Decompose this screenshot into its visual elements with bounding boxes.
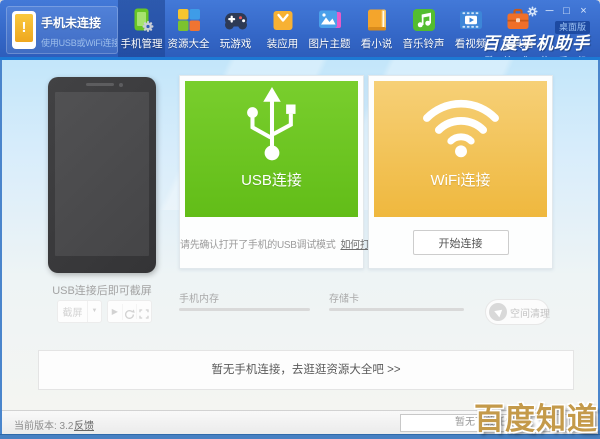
tab-label: 看小说: [360, 38, 393, 50]
phone-manage-icon: [129, 7, 155, 33]
clean-rocket-icon: [489, 303, 507, 321]
space-clean-button[interactable]: 空间清理: [485, 299, 550, 325]
app-title: 百度手机助手: [482, 34, 590, 53]
window-border-left: [0, 60, 2, 434]
version-label: 当前版本: 3.2: [14, 421, 74, 432]
screenshot-button[interactable]: 截屏: [58, 304, 87, 319]
settings-gear-icon[interactable]: [524, 4, 541, 18]
phone-screen: [55, 92, 149, 256]
wifi-icon: [418, 81, 504, 167]
tab-install-apps[interactable]: 装应用: [259, 0, 306, 60]
wifi-start-connect-button[interactable]: 开始连接: [412, 230, 509, 255]
phone-camera-dot: [119, 82, 123, 87]
wifi-connect-card: WiFi连接 开始连接: [368, 75, 553, 269]
tab-games[interactable]: 玩游戏: [212, 0, 259, 60]
sdcard-storage-bar: [329, 308, 464, 311]
status-bar: 当前版本: 3.2 反馈 暂无下载任务: [2, 410, 598, 434]
photo-theme-icon: [317, 7, 343, 33]
phone-mockup: [48, 77, 156, 273]
tab-label: 装应用: [266, 38, 299, 50]
music-note-icon: [411, 7, 437, 33]
tab-photo-themes[interactable]: 图片主题: [306, 0, 353, 60]
wifi-card-title: WiFi连接: [430, 172, 491, 189]
sdcard-storage-label: 存储卡: [329, 294, 359, 305]
connection-status-title: 手机未连接: [41, 16, 102, 30]
tab-label: 玩游戏: [219, 38, 252, 50]
usb-card-title: USB连接: [241, 172, 302, 189]
tab-label: 手机管理: [120, 38, 163, 50]
feedback-link[interactable]: 反馈: [74, 417, 94, 432]
internal-storage-bar: [179, 308, 310, 311]
alert-exclamation: !: [15, 14, 33, 42]
screenshot-caption: USB连接后即可截屏: [52, 285, 152, 297]
window-border-bottom: [0, 434, 600, 439]
window-controls: ─ □ ×: [524, 4, 592, 18]
main-content: USB连接后即可截屏 截屏 ▼ ▶ USB连接 请先确认打开了手机的USB调试模…: [2, 60, 598, 410]
gamepad-icon: [223, 7, 249, 33]
usb-connect-card: USB连接 请先确认打开了手机的USB调试模式 如何打开: [179, 75, 380, 269]
toolbar: ! 手机未连接 使用USB或WiFi连接 手机管理 资源大全 玩游戏 装应用 图…: [0, 0, 600, 66]
tab-resources[interactable]: 资源大全: [165, 0, 212, 60]
app-window: ! 手机未连接 使用USB或WiFi连接 手机管理 资源大全 玩游戏 装应用 图…: [0, 0, 600, 439]
toolbar-tabs: 手机管理 资源大全 玩游戏 装应用 图片主题 看小说 音乐铃声 看视频 工具箱: [118, 0, 541, 60]
minimize-icon[interactable]: ─: [541, 4, 558, 18]
connection-status-panel: ! 手机未连接 使用USB或WiFi连接: [6, 6, 118, 54]
tab-novels[interactable]: 看小说: [353, 0, 400, 60]
fullscreen-button[interactable]: [136, 304, 151, 319]
tab-label: 图片主题: [308, 38, 351, 50]
resources-grid-icon: [176, 7, 202, 33]
media-button-group: ▶: [107, 300, 152, 323]
usb-hint-row: 请先确认打开了手机的USB调试模式 如何打开: [180, 236, 380, 251]
download-status-box[interactable]: 暂无下载任务: [400, 414, 570, 432]
wifi-connect-area[interactable]: WiFi连接: [374, 81, 547, 217]
usb-hint-text: 请先确认打开了手机的USB调试模式: [180, 240, 336, 251]
phone-alert-icon: !: [12, 11, 36, 49]
maximize-icon[interactable]: □: [558, 4, 575, 18]
screenshot-dropdown-icon[interactable]: ▼: [87, 301, 101, 322]
refresh-button[interactable]: [121, 303, 137, 320]
usb-icon: [241, 81, 303, 167]
video-player-icon: [458, 7, 484, 33]
tab-music[interactable]: 音乐铃声: [400, 0, 447, 60]
screenshot-button-group: 截屏 ▼: [57, 300, 102, 323]
tab-label: 音乐铃声: [402, 38, 445, 50]
phone-speaker: [86, 83, 114, 86]
shopping-bag-icon: [270, 7, 296, 33]
desktop-edition-badge: 桌面版: [554, 21, 590, 34]
book-icon: [364, 7, 390, 33]
usb-connect-area[interactable]: USB连接: [185, 81, 358, 217]
play-button[interactable]: ▶: [108, 301, 122, 322]
tab-label: 资源大全: [167, 38, 210, 50]
resources-banner-link[interactable]: 暂无手机连接，去逛逛资源大全吧 >>: [38, 350, 574, 390]
close-icon[interactable]: ×: [575, 4, 592, 18]
internal-storage-label: 手机内存: [179, 294, 219, 305]
connection-status-subtitle: 使用USB或WiFi连接: [41, 38, 117, 48]
tab-phone-manage[interactable]: 手机管理: [118, 0, 165, 60]
